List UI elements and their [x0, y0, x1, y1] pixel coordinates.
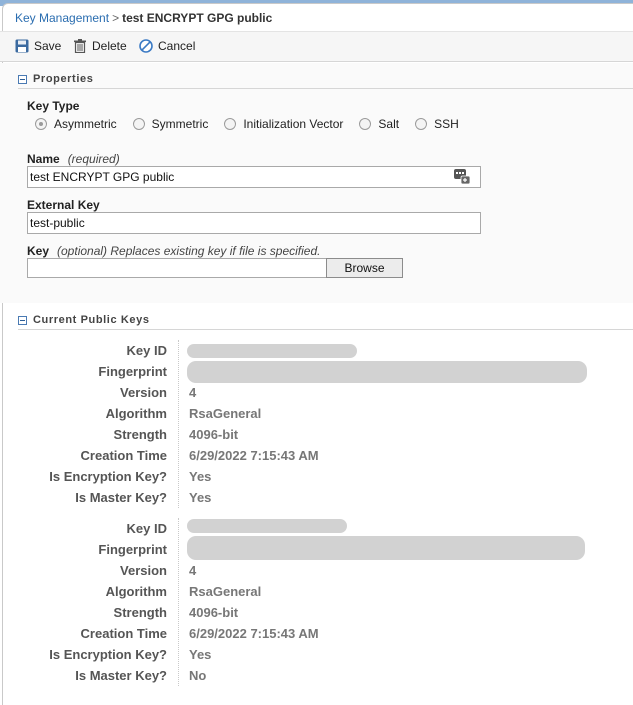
key-optional-hint: (optional) Replaces existing key if file…	[57, 244, 321, 258]
radio-salt-label: Salt	[378, 117, 400, 131]
cancel-icon	[139, 39, 153, 53]
save-button[interactable]: Save	[15, 39, 61, 53]
key2-version-label: Version	[120, 563, 167, 578]
key2-creation-time-label: Creation Time	[80, 626, 167, 641]
properties-divider	[18, 88, 633, 89]
key2-version-value: 4	[189, 563, 197, 578]
save-icon	[15, 39, 29, 53]
key-type-label: Key Type	[27, 99, 80, 113]
collapse-icon[interactable]	[18, 74, 27, 84]
key-type-radio-group: Asymmetric Symmetric Initialization Vect…	[35, 117, 475, 131]
radio-salt[interactable]: Salt	[359, 117, 399, 131]
key1-version-value: 4	[189, 385, 197, 400]
key1-is-master-key-value: Yes	[189, 490, 212, 505]
radio-ssh[interactable]: SSH	[415, 117, 459, 131]
field-helper-icon[interactable]	[454, 168, 470, 184]
key2-key-id-redacted	[187, 519, 347, 533]
key1-creation-time-label: Creation Time	[80, 448, 167, 463]
key1-fingerprint-label: Fingerprint	[98, 364, 167, 379]
key1-strength-label: Strength	[113, 427, 167, 442]
browse-button[interactable]: Browse	[326, 258, 403, 278]
radio-initialization-vector-label: Initialization Vector	[243, 117, 344, 131]
key-file-path-input[interactable]	[27, 258, 327, 278]
delete-button[interactable]: Delete	[73, 39, 127, 53]
radio-ssh-indicator[interactable]	[415, 118, 428, 130]
breadcrumb: Key Management > test ENCRYPT GPG public	[15, 11, 272, 25]
key1-column-divider	[178, 340, 179, 508]
radio-asymmetric-label: Asymmetric	[54, 117, 117, 131]
breadcrumb-separator: >	[112, 11, 120, 25]
properties-title: Properties	[33, 73, 94, 85]
external-key-label: External Key	[27, 198, 100, 212]
public-keys-divider	[18, 329, 633, 330]
trash-icon	[74, 39, 86, 53]
breadcrumb-current: test ENCRYPT GPG public	[122, 11, 273, 25]
key2-algorithm-label: Algorithm	[105, 584, 167, 599]
key-label-text: Key	[27, 244, 50, 258]
key2-is-master-key-label: Is Master Key?	[75, 668, 167, 683]
key2-strength-value: 4096-bit	[189, 605, 239, 620]
current-public-keys-title: Current Public Keys	[33, 314, 150, 326]
name-input[interactable]: test ENCRYPT GPG public	[27, 166, 481, 188]
key1-key-id-redacted	[187, 344, 357, 358]
radio-salt-indicator[interactable]	[359, 118, 372, 130]
radio-asymmetric-indicator[interactable]	[35, 118, 47, 130]
key2-is-encryption-key-label: Is Encryption Key?	[49, 647, 167, 662]
radio-symmetric-label: Symmetric	[151, 117, 209, 131]
key1-creation-time-value: 6/29/2022 7:15:43 AM	[189, 448, 319, 463]
external-key-input[interactable]: test-public	[27, 212, 481, 234]
key2-algorithm-value: RsaGeneral	[189, 584, 262, 599]
key1-is-encryption-key-label: Is Encryption Key?	[49, 469, 167, 484]
radio-asymmetric[interactable]: Asymmetric	[35, 117, 117, 131]
key2-fingerprint-label: Fingerprint	[98, 542, 167, 557]
radio-initialization-vector-indicator[interactable]	[224, 118, 237, 130]
key2-is-encryption-key-value: Yes	[189, 647, 212, 662]
toolbar: Save Delete Cancel	[0, 31, 633, 62]
radio-symmetric[interactable]: Symmetric	[132, 117, 209, 131]
key2-creation-time-value: 6/29/2022 7:15:43 AM	[189, 626, 319, 641]
collapse-icon[interactable]	[18, 315, 27, 325]
key1-algorithm-value: RsaGeneral	[189, 406, 262, 421]
radio-initialization-vector[interactable]: Initialization Vector	[224, 117, 343, 131]
key2-strength-label: Strength	[113, 605, 167, 620]
key1-is-master-key-label: Is Master Key?	[75, 490, 167, 505]
key2-key-id-label: Key ID	[126, 521, 167, 536]
radio-symmetric-indicator[interactable]	[132, 118, 145, 130]
key2-is-master-key-value: No	[189, 668, 207, 683]
key2-column-divider	[178, 518, 179, 686]
name-field-label: Name (required)	[27, 152, 120, 166]
key1-version-label: Version	[120, 385, 167, 400]
cancel-button[interactable]: Cancel	[139, 39, 195, 53]
name-required-hint: (required)	[67, 152, 120, 166]
name-label-text: Name	[27, 152, 60, 166]
delete-button-label: Delete	[92, 39, 127, 53]
key1-strength-value: 4096-bit	[189, 427, 239, 442]
properties-header[interactable]: Properties	[18, 71, 93, 87]
key1-key-id-label: Key ID	[126, 343, 167, 358]
radio-ssh-label: SSH	[434, 117, 459, 131]
save-button-label: Save	[34, 39, 62, 53]
key-file-label: Key (optional) Replaces existing key if f…	[27, 244, 320, 258]
cancel-button-label: Cancel	[158, 39, 196, 53]
key1-algorithm-label: Algorithm	[105, 406, 167, 421]
breadcrumb-link-key-management[interactable]: Key Management	[15, 11, 109, 25]
key1-fingerprint-redacted	[187, 361, 587, 383]
key1-is-encryption-key-value: Yes	[189, 469, 212, 484]
key2-fingerprint-redacted	[187, 536, 585, 560]
current-public-keys-header[interactable]: Current Public Keys	[18, 312, 150, 328]
